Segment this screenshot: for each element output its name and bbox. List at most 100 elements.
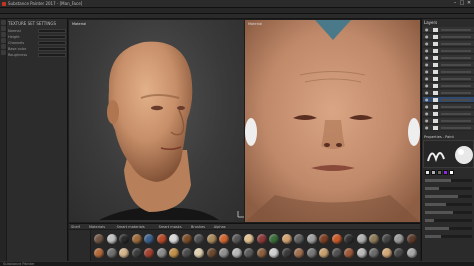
material-thumbnail[interactable]	[194, 234, 204, 244]
material-thumbnail[interactable]	[119, 234, 129, 244]
visibility-eye-icon[interactable]: ●	[425, 63, 429, 67]
material-thumbnail[interactable]	[156, 248, 167, 258]
material-thumbnail[interactable]	[406, 234, 417, 244]
shelf-tab[interactable]: Shelf	[71, 225, 80, 229]
material-thumbnail[interactable]	[131, 234, 142, 244]
visibility-eye-icon[interactable]: ●	[425, 91, 429, 95]
material-thumbnail[interactable]	[144, 248, 154, 258]
layer-row[interactable]: ●	[423, 69, 474, 75]
material-thumbnail[interactable]	[306, 234, 317, 244]
material-thumbnail[interactable]	[281, 248, 292, 258]
clone-tool-icon[interactable]	[1, 44, 6, 49]
layer-row[interactable]: ●	[423, 118, 474, 124]
smudge-tool-icon[interactable]	[1, 38, 6, 43]
shelf-tab[interactable]: Brushes	[191, 225, 205, 229]
property-slider[interactable]	[425, 187, 472, 190]
layer-row[interactable]: ●	[423, 34, 474, 40]
layer-row[interactable]: ●	[423, 125, 474, 131]
visibility-eye-icon[interactable]: ●	[425, 35, 429, 39]
visibility-eye-icon[interactable]: ●	[425, 119, 429, 123]
setting-value[interactable]	[38, 35, 66, 39]
material-thumbnail[interactable]	[344, 248, 354, 258]
material-thumbnail[interactable]	[256, 248, 267, 258]
layer-row[interactable]: ●	[423, 83, 474, 89]
material-thumbnail[interactable]	[319, 234, 329, 244]
material-thumbnail[interactable]	[394, 248, 404, 258]
viewport-2d[interactable]: Material	[245, 20, 420, 222]
visibility-eye-icon[interactable]: ●	[425, 112, 429, 116]
setting-value[interactable]	[38, 47, 66, 51]
material-thumbnail[interactable]	[244, 248, 254, 258]
visibility-eye-icon[interactable]: ●	[425, 28, 429, 32]
layer-row[interactable]: ●	[423, 76, 474, 82]
material-thumbnail[interactable]	[356, 234, 367, 244]
layer-row[interactable]: ●	[423, 48, 474, 54]
material-thumbnail[interactable]	[244, 234, 254, 244]
material-thumbnail[interactable]	[344, 234, 354, 244]
picker-tool-icon[interactable]	[1, 50, 6, 55]
setting-value[interactable]	[38, 41, 66, 45]
layer-row[interactable]: ●	[423, 41, 474, 47]
material-thumbnail[interactable]	[281, 234, 292, 244]
color-swatch[interactable]	[425, 170, 430, 175]
material-thumbnail[interactable]	[206, 234, 217, 244]
setting-value[interactable]	[38, 53, 66, 57]
layer-row[interactable]: ●	[423, 111, 474, 117]
material-thumbnail[interactable]	[306, 248, 317, 258]
material-thumbnail[interactable]	[206, 248, 217, 258]
material-thumbnail[interactable]	[181, 234, 192, 244]
material-thumbnail[interactable]	[119, 248, 129, 258]
setting-row[interactable]: Height	[8, 35, 66, 39]
shelf-tab[interactable]: Materials	[89, 225, 105, 229]
brush-preview[interactable]	[423, 140, 474, 168]
material-thumbnail[interactable]	[156, 234, 167, 244]
color-swatch[interactable]	[449, 170, 454, 175]
property-slider[interactable]	[425, 179, 472, 182]
material-thumbnail[interactable]	[231, 234, 242, 244]
material-thumbnail[interactable]	[219, 248, 229, 258]
material-thumbnail[interactable]	[94, 248, 104, 258]
material-thumbnail[interactable]	[294, 248, 304, 258]
property-slider[interactable]	[425, 219, 472, 222]
material-thumbnail[interactable]	[169, 234, 179, 244]
material-thumbnail[interactable]	[294, 234, 304, 244]
layer-row[interactable]: ●	[423, 27, 474, 33]
visibility-eye-icon[interactable]: ●	[425, 70, 429, 74]
material-thumbnail[interactable]	[94, 234, 104, 244]
visibility-eye-icon[interactable]: ●	[425, 98, 429, 102]
material-thumbnail[interactable]	[269, 248, 279, 258]
material-thumbnail[interactable]	[331, 234, 342, 244]
visibility-eye-icon[interactable]: ●	[425, 42, 429, 46]
minimize-button[interactable]: –	[452, 1, 458, 6]
property-slider[interactable]	[425, 211, 472, 214]
maximize-button[interactable]: □	[459, 1, 465, 6]
material-thumbnail[interactable]	[356, 248, 367, 258]
material-thumbnail[interactable]	[231, 248, 242, 258]
color-swatch[interactable]	[437, 170, 442, 175]
material-thumbnail[interactable]	[394, 234, 404, 244]
material-thumbnail[interactable]	[381, 248, 392, 258]
material-thumbnail[interactable]	[369, 248, 379, 258]
visibility-eye-icon[interactable]: ●	[425, 84, 429, 88]
material-thumbnail[interactable]	[131, 248, 142, 258]
setting-row[interactable]: Normal	[8, 29, 66, 33]
material-thumbnail[interactable]	[181, 248, 192, 258]
material-thumbnail[interactable]	[219, 234, 229, 244]
layer-row[interactable]: ●	[423, 104, 474, 110]
setting-row[interactable]: Channels	[8, 41, 66, 45]
color-swatch[interactable]	[431, 170, 436, 175]
material-thumbnail[interactable]	[194, 248, 204, 258]
visibility-eye-icon[interactable]: ●	[425, 105, 429, 109]
setting-value[interactable]	[38, 29, 66, 33]
property-slider[interactable]	[425, 227, 472, 230]
layer-row[interactable]: ●	[423, 90, 474, 96]
projection-tool-icon[interactable]	[1, 32, 6, 37]
layer-row[interactable]: ●	[423, 97, 474, 103]
material-thumbnail[interactable]	[369, 234, 379, 244]
shelf-tab[interactable]: Alphas	[214, 225, 226, 229]
property-slider[interactable]	[425, 195, 472, 198]
material-thumbnail[interactable]	[406, 248, 417, 258]
material-thumbnail[interactable]	[169, 248, 179, 258]
viewport-3d[interactable]: Material	[69, 20, 244, 222]
property-slider[interactable]	[425, 235, 472, 238]
